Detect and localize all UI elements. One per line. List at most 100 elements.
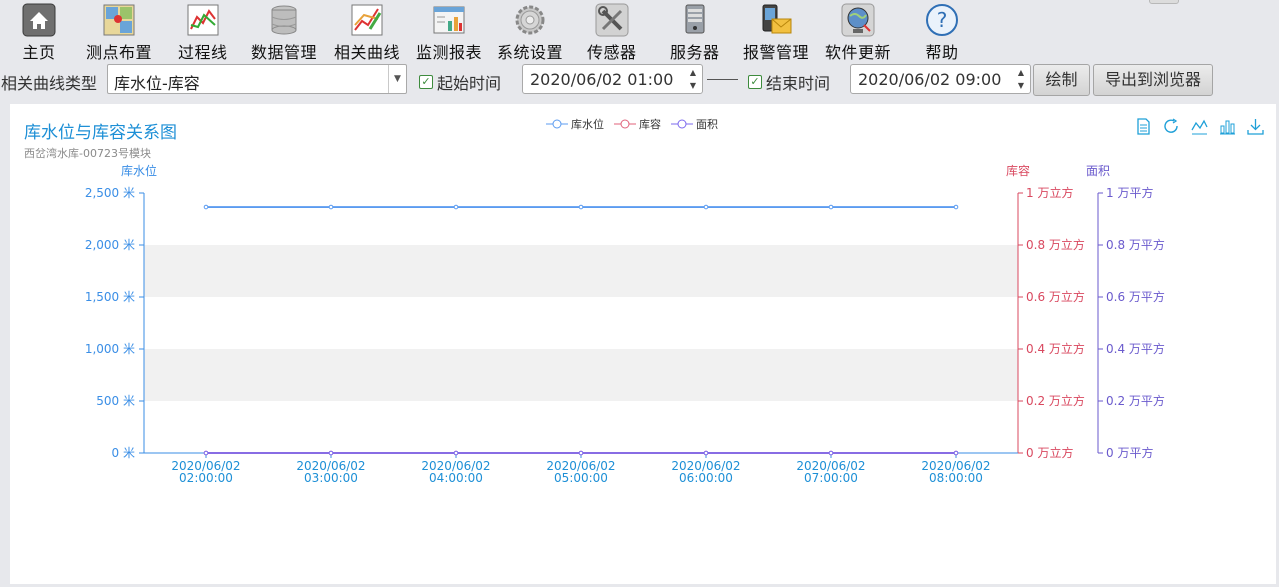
gear-icon [512,2,548,38]
y-tick-label-right-area: 0.2 万平方 [1106,393,1165,408]
checkmark-icon[interactable]: ✓ [748,75,762,89]
toolbar-software-update[interactable]: 软件更新 [825,2,891,63]
y-tick-label-left: 0 米 [112,446,135,460]
spin-up-icon[interactable]: ▲ [1018,68,1024,77]
spin-up-icon[interactable]: ▲ [690,68,696,77]
curve-type-label: 相关曲线类型 [1,74,98,93]
curve-type-select[interactable]: 库水位-库容 ▼ [107,64,407,94]
toolbar-survey-points[interactable]: 测点布置 [86,2,152,63]
end-time-label: 结束时间 [766,74,831,93]
x-tick-label-time: 05:00:00 [554,471,608,485]
x-tick-label-time: 07:00:00 [804,471,858,485]
toolbar-label: 测点布置 [86,43,153,62]
start-time-checkbox[interactable]: ✓ 起始时间 [419,70,501,94]
y-axis-name-left: 库水位 [121,163,157,178]
y-axis-name-right-capacity: 库容 [1006,163,1030,178]
filter-bar: 相关曲线类型 库水位-库容 ▼ ✓ 起始时间 2020/06/02 01:00 … [0,63,1279,97]
toolbar-label: 软件更新 [825,43,892,62]
end-time-input[interactable]: 2020/06/02 09:00 ▲ ▼ [850,64,1031,94]
curve-type-value: 库水位-库容 [114,74,200,93]
data-point [578,204,584,210]
help-icon: ? [924,2,960,38]
update-globe-icon [840,2,876,38]
start-time-spinner[interactable]: ▲ ▼ [687,68,699,90]
x-tick-label-time: 02:00:00 [179,471,233,485]
y-tick-label-right-capacity: 0 万立方 [1026,445,1073,460]
toolbar-label: 过程线 [178,43,228,62]
spin-down-icon[interactable]: ▼ [690,81,696,90]
toolbar-server[interactable]: 服务器 [670,2,720,63]
y-tick-label-left: 2,000 米 [85,238,135,252]
data-point [453,450,459,456]
data-point [703,450,709,456]
toolbar-correlation-curve[interactable]: 相关曲线 [334,2,400,63]
data-point [578,450,584,456]
data-point [328,450,334,456]
server-icon [677,2,713,38]
chart-plot-area: 0 米 500 米 1,000 米 1,500 米 2,000 米 2,500 米 库水位 0… [85,163,1165,485]
y-tick-label-right-area: 0.6 万平方 [1106,289,1165,304]
y-tick-label-right-capacity: 0.4 万立方 [1026,341,1085,356]
main-toolbar: 主页 测点布置 过程线 数据管理 相关曲线 监测报表 系统设置 传感器 服务器 … [0,0,1279,62]
toolbar-label: 主页 [22,43,56,62]
toolbar-system-settings[interactable]: 系统设置 [497,2,563,63]
end-time-value: 2020/06/02 09:00 [858,70,1002,89]
end-time-spinner[interactable]: ▲ ▼ [1015,68,1027,90]
data-point [953,450,959,456]
x-tick-label-time: 04:00:00 [429,471,483,485]
toolbar-alarm-management[interactable]: 报警管理 [743,2,809,63]
toolbar-label: 系统设置 [497,43,564,62]
chart-panel: 库水位与库容关系图 西岔湾水库-00723号模块 库水位 库容 面积 0 米 50… [10,104,1276,584]
home-icon [21,2,57,38]
y-tick-label-left: 1,500 米 [85,290,135,304]
toolbar-home[interactable]: 主页 [21,2,57,63]
y-axis-name-right-area: 面积 [1086,164,1110,178]
x-tick-label-time: 03:00:00 [304,471,358,485]
database-icon [266,2,302,38]
y-tick-label-left: 500 米 [96,394,135,408]
end-time-checkbox[interactable]: ✓ 结束时间 [748,70,830,94]
y-tick-label-right-area: 0 万平方 [1106,445,1153,460]
toolbar-monitoring-report[interactable]: 监测报表 [416,2,482,63]
start-time-input[interactable]: 2020/06/02 01:00 ▲ ▼ [522,64,703,94]
data-point [203,204,209,210]
svg-text:?: ? [937,8,948,32]
export-to-browser-button[interactable]: 导出到浏览器 [1093,64,1213,96]
range-separator [707,79,738,80]
checkmark-icon[interactable]: ✓ [419,75,433,89]
x-tick-label-time: 08:00:00 [929,471,983,485]
grid-band [144,193,1018,245]
spin-down-icon[interactable]: ▼ [1018,81,1024,90]
report-icon [431,2,467,38]
toolbar-label: 服务器 [670,43,720,62]
toolbar-process-line[interactable]: 过程线 [178,2,228,63]
y-tick-label-right-area: 0.4 万平方 [1106,341,1165,356]
x-tick-label-time: 06:00:00 [679,471,733,485]
y-tick-label-right-capacity: 1 万立方 [1026,185,1073,200]
toolbar-label: 数据管理 [251,43,318,62]
toolbar-sensor[interactable]: 传感器 [587,2,637,63]
data-point [453,204,459,210]
data-point [328,204,334,210]
start-time-label: 起始时间 [437,74,502,93]
process-line-icon [185,2,221,38]
tools-icon [594,2,630,38]
map-icon [101,2,137,38]
y-tick-label-right-area: 1 万平方 [1106,185,1153,200]
data-point [828,204,834,210]
toolbar-data-management[interactable]: 数据管理 [251,2,317,63]
y-tick-label-left: 2,500 米 [85,186,135,200]
y-tick-label-right-capacity: 0.6 万立方 [1026,289,1085,304]
toolbar-help[interactable]: ? 帮助 [924,2,960,63]
y-tick-label-right-capacity: 0.8 万立方 [1026,237,1085,252]
y-tick-label-left: 1,000 米 [85,342,135,356]
window-corner-button[interactable] [1149,0,1179,4]
draw-button[interactable]: 绘制 [1033,64,1090,96]
toolbar-label: 传感器 [587,43,637,62]
data-point [828,450,834,456]
grid-band [144,401,1018,453]
toolbar-label: 相关曲线 [334,43,401,62]
chevron-down-icon[interactable]: ▼ [388,65,406,93]
data-point [953,204,959,210]
data-point [203,450,209,456]
